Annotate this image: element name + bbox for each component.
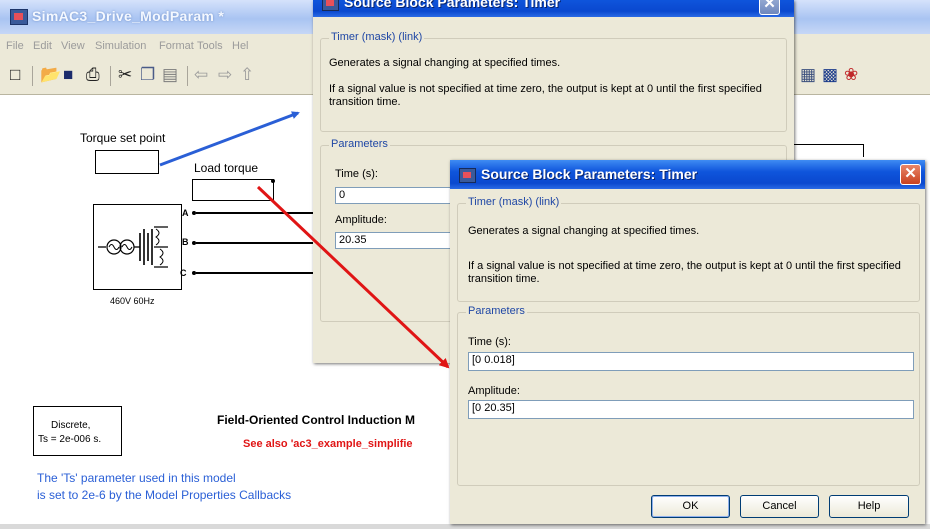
red-annotation-arrow	[256, 185, 450, 369]
annotation-arrows	[159, 111, 450, 369]
blue-annotation-arrow	[159, 111, 300, 167]
